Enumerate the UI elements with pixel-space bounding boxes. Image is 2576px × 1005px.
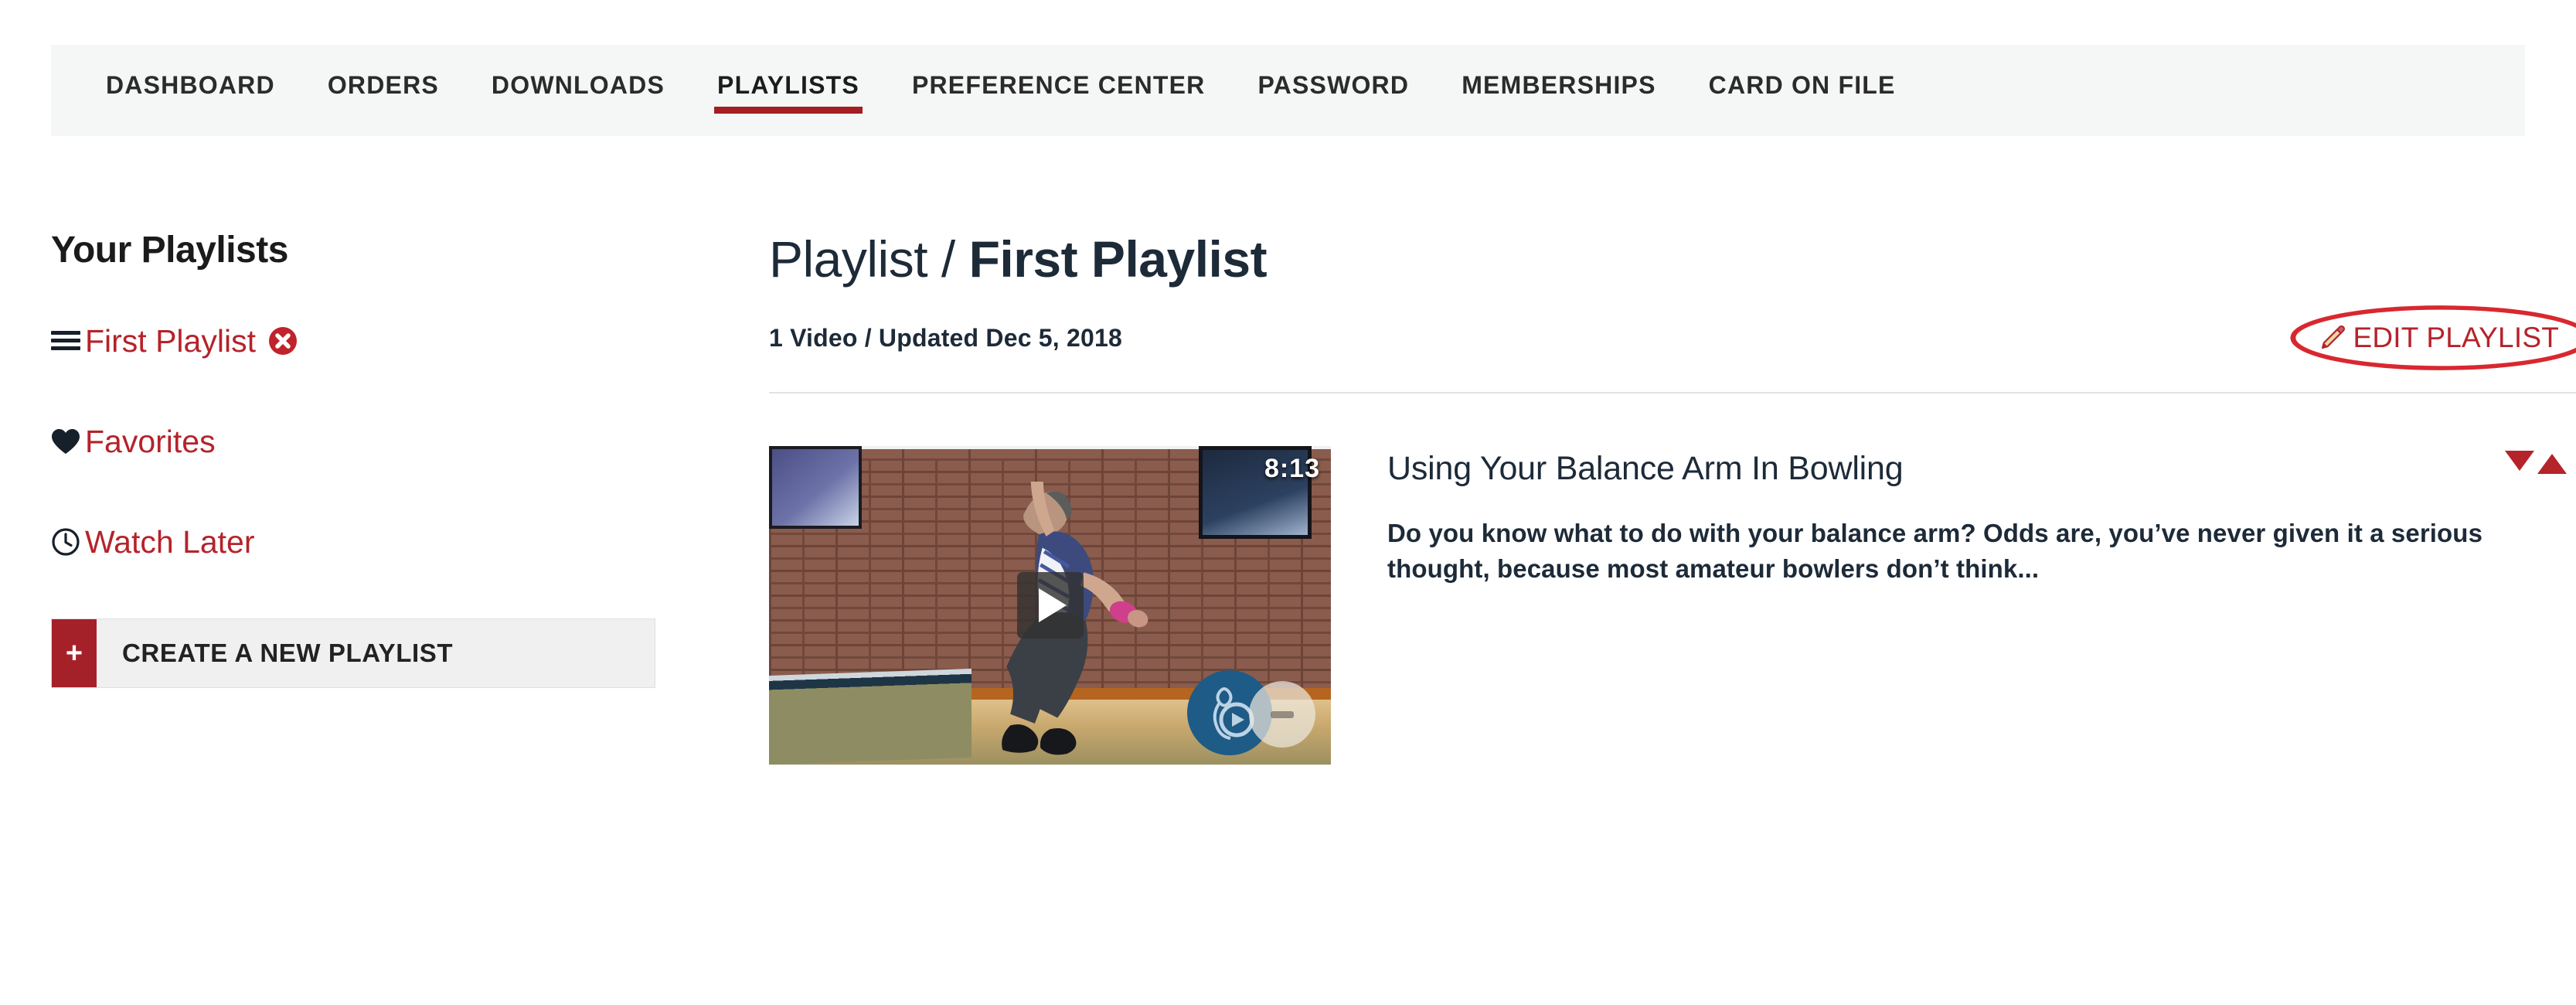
video-description: Do you know what to do with your balance… (1387, 518, 2483, 584)
playlist-video-item: 8:13 Using Your Balance Arm In Bowling D… (769, 446, 2576, 765)
triangle-up-icon[interactable] (2537, 454, 2567, 475)
sidebar-title: Your Playlists (51, 230, 288, 271)
nav-item-playlists[interactable]: PLAYLISTS (714, 71, 863, 114)
plus-icon: + (52, 619, 97, 687)
play-icon (1039, 588, 1067, 623)
thumbnail-poster-left (769, 446, 862, 530)
create-new-playlist-button[interactable]: + CREATE A NEW PLAYLIST (51, 618, 655, 688)
playlist-detail: Playlist / First Playlist 1 Video / Upda… (769, 230, 2576, 765)
heart-icon (51, 428, 85, 455)
secondary-badge-icon (1249, 681, 1315, 748)
nav-item-memberships[interactable]: MEMBERSHIPS (1462, 71, 1656, 111)
nav-item-preference-center[interactable]: PREFERENCE CENTER (912, 71, 1206, 111)
delete-playlist-icon[interactable] (267, 325, 299, 357)
account-navigation: DASHBOARD ORDERS DOWNLOADS PLAYLISTS PRE… (51, 45, 2525, 136)
dash-glyph (1271, 710, 1294, 718)
nav-item-card-on-file[interactable]: CARD ON FILE (1709, 71, 1896, 111)
edit-playlist-label: EDIT PLAYLIST (2353, 322, 2559, 354)
video-info: Using Your Balance Arm In Bowling Do you… (1331, 446, 2576, 765)
page-title-name: First Playlist (968, 230, 1268, 288)
sidebar-item-label: Watch Later (85, 523, 255, 560)
video-title[interactable]: Using Your Balance Arm In Bowling (1387, 450, 2576, 487)
nav-item-downloads[interactable]: DOWNLOADS (492, 71, 665, 111)
playlist-meta: 1 Video / Updated Dec 5, 2018 (769, 323, 1122, 352)
page-title-prefix: Playlist / (769, 230, 969, 288)
edit-playlist-link[interactable]: EDIT PLAYLIST (2319, 322, 2560, 354)
page-title: Playlist / First Playlist (769, 230, 2576, 288)
playlist-meta-row: 1 Video / Updated Dec 5, 2018 EDIT PLAYL… (769, 305, 2576, 371)
edit-playlist-button[interactable]: EDIT PLAYLIST (2290, 305, 2576, 371)
sidebar-item-watch-later[interactable]: Watch Later (51, 518, 708, 566)
nav-item-dashboard[interactable]: DASHBOARD (106, 71, 275, 111)
video-reorder-controls[interactable] (2505, 451, 2567, 475)
sidebar-item-favorites[interactable]: Favorites (51, 417, 708, 465)
pencil-icon (2321, 325, 2345, 349)
create-new-playlist-label: CREATE A NEW PLAYLIST (122, 639, 454, 667)
triangle-down-icon[interactable] (2505, 451, 2534, 472)
play-button[interactable] (1016, 572, 1084, 639)
sidebar-item-label: Favorites (85, 423, 216, 459)
video-thumbnail[interactable]: 8:13 (769, 446, 1331, 765)
clock-icon (51, 527, 85, 557)
sidebar-item-first-playlist[interactable]: First Playlist (51, 317, 708, 365)
sidebar-item-label: First Playlist (85, 322, 256, 359)
section-divider (769, 392, 2576, 394)
drag-handle-icon[interactable] (51, 331, 85, 351)
video-duration-badge: 8:13 (1264, 454, 1320, 484)
playlists-sidebar: Your Playlists First Playlist Favorites (51, 232, 708, 688)
nav-item-password[interactable]: PASSWORD (1258, 71, 1410, 111)
nav-item-orders[interactable]: ORDERS (328, 71, 439, 111)
